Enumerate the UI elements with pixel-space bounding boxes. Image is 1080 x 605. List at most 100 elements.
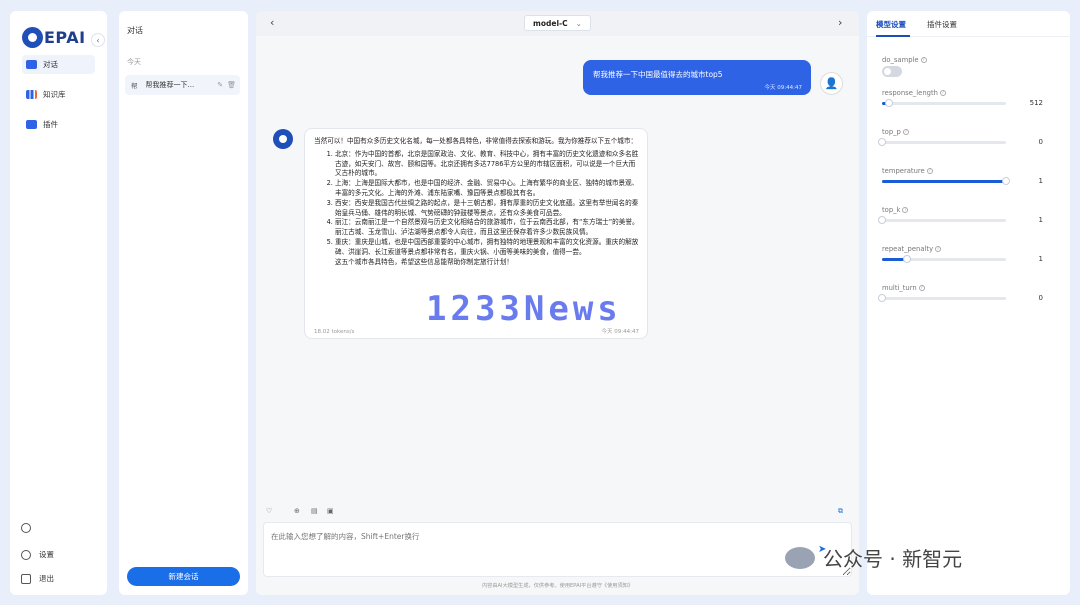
user-avatar-nav[interactable] [21, 523, 39, 533]
param-value: 0 [1038, 138, 1043, 146]
gear-icon [21, 549, 31, 560]
slider-track[interactable] [878, 216, 1006, 224]
bot-list: 北京：作为中国的首都，北京是国家政治、文化、教育、科技中心，拥有丰富的历史文化遗… [335, 150, 640, 258]
param-value: 1 [1038, 177, 1043, 185]
corner-watermark-text: 公众号 · 新智元 [823, 547, 963, 571]
settings-link[interactable]: 设置 [21, 549, 54, 560]
slider-track[interactable] [882, 99, 1006, 107]
plugin-icon [26, 120, 37, 129]
delete-icon[interactable]: 🗑 [227, 81, 236, 89]
logo[interactable]: EPAI [22, 27, 86, 48]
param-name: top_k [882, 206, 901, 214]
chevron-left-icon[interactable]: ‹ [270, 16, 274, 29]
param-value: 1 [1038, 216, 1043, 224]
conversation-list: 对话 今天 帮 帮我推荐一下... ✎ 🗑 新建会话 [119, 11, 248, 595]
help-icon[interactable]: ? [918, 285, 925, 291]
param-repeat-penalty: repeat_penalty? 1 [882, 245, 1057, 267]
param-label: response_length? [882, 89, 1057, 97]
help-icon[interactable]: ? [902, 207, 909, 213]
slider-knob[interactable] [902, 255, 911, 263]
param-value: 0 [1038, 294, 1043, 302]
param-top-p: top_p? 0 [878, 128, 1057, 150]
slider-knob[interactable] [1002, 177, 1010, 185]
settings-tabs: 模型设置 插件设置 [867, 11, 1070, 37]
chat-panel: ‹ model-C ⌄ › 帮我推荐一下中国最值得去的城市top5 今天 09:… [256, 11, 859, 595]
help-icon[interactable]: ? [902, 129, 909, 135]
param-temperature: temperature? 1 [882, 167, 1057, 189]
tab-plugin-settings[interactable]: 插件设置 [927, 19, 957, 30]
slider-knob[interactable] [878, 216, 886, 224]
nav-item-label: 知识库 [43, 90, 66, 99]
input-toolbar: ♡ ⊕ ▤ ▣ ⧉ [266, 507, 851, 519]
corner-watermark: 公众号 · 新智元 [785, 543, 962, 572]
slider-track[interactable] [882, 255, 1006, 263]
book-icon [26, 90, 37, 99]
nav-item-label: 插件 [43, 120, 58, 129]
help-icon[interactable]: ? [926, 168, 933, 174]
edit-icon[interactable]: ✎ [217, 81, 223, 89]
new-window-icon[interactable]: ⧉ [838, 507, 843, 516]
chevron-right-icon[interactable]: › [838, 16, 842, 29]
heart-icon[interactable]: ♡ [266, 507, 272, 515]
param-name: top_p [882, 128, 901, 136]
param-name: response_length [882, 89, 938, 97]
param-name: multi_turn [882, 284, 917, 292]
chat-header: ‹ model-C ⌄ › [256, 11, 859, 36]
nav-item-plugin[interactable]: 插件 [22, 115, 95, 134]
help-icon[interactable]: ? [935, 246, 942, 252]
list-item: 丽江：云南丽江是一个自然景观与历史文化相结合的旅游城市，位于云南西北部，有“东方… [335, 218, 640, 238]
conversation-group-label: 今天 [127, 58, 141, 66]
list-item: 西安：西安是我国古代丝绸之路的起点，是十三朝古都，拥有厚重的历史文化底蕴。这里有… [335, 199, 640, 219]
chevron-left-icon: ‹ [96, 35, 100, 45]
model-select[interactable]: model-C ⌄ [524, 15, 591, 31]
param-label: multi_turn? [882, 284, 1057, 292]
conversation-item[interactable]: 帮 帮我推荐一下... ✎ 🗑 [125, 75, 240, 95]
slider-knob[interactable] [885, 99, 894, 107]
slider-track[interactable] [882, 177, 1010, 185]
conversation-tag: 帮 [131, 82, 138, 90]
user-message-text: 帮我推荐一下中国最值得去的城市top5 [593, 70, 723, 79]
toggle-switch[interactable] [882, 66, 902, 77]
nav-item-knowledge[interactable]: 知识库 [22, 85, 95, 104]
nav-item-label: 对话 [43, 60, 58, 69]
document-icon[interactable]: ▤ [311, 507, 318, 515]
new-conversation-button[interactable]: 新建会话 [127, 567, 240, 586]
nav-item-chat[interactable]: 对话 [22, 55, 95, 74]
settings-panel: 模型设置 插件设置 do_sample? response_length? 512 t… [867, 11, 1070, 595]
bot-intro: 当然可以！中国有众多历史文化名城，每一处都各具特色，非常值得去探索和游玩。我为你… [314, 137, 638, 145]
slider-knob[interactable] [878, 294, 886, 302]
logout-label: 退出 [39, 574, 54, 583]
list-item: 重庆：重庆是山城，也是中国西部重要的中心城市，拥有独特的地理景观和丰富的文化资源… [335, 238, 640, 258]
user-icon [21, 523, 31, 533]
chevron-down-icon: ⌄ [575, 18, 582, 28]
param-label: do_sample? [882, 56, 1057, 64]
slider-knob[interactable] [878, 138, 886, 146]
param-do-sample: do_sample? [882, 56, 1057, 78]
collapse-sidebar-button[interactable]: ‹ [91, 33, 105, 47]
logo-text: EPAI [44, 28, 86, 47]
conversation-title: 帮我推荐一下... [145, 81, 195, 89]
model-name: model-C [533, 18, 568, 28]
bot-outro: 这五个城市各具特色，希望这些信息能帮助你制定旅行计划！ [335, 257, 514, 266]
logout-link[interactable]: 退出 [21, 573, 54, 584]
slider-track[interactable] [878, 294, 1006, 302]
param-label: temperature? [882, 167, 1057, 175]
message-input[interactable] [263, 522, 852, 577]
param-name: do_sample [882, 56, 919, 64]
settings-label: 设置 [39, 550, 54, 559]
user-avatar: 👤 [820, 72, 843, 95]
tab-model-settings[interactable]: 模型设置 [876, 19, 906, 30]
chat-icon [26, 60, 37, 69]
globe-icon[interactable]: ⊕ [294, 507, 300, 515]
logo-mark-icon [22, 27, 43, 48]
param-label: top_k? [882, 206, 1057, 214]
image-icon[interactable]: ▣ [327, 507, 334, 515]
slider-track[interactable] [878, 138, 1006, 146]
left-nav: EPAI 对话 知识库 插件 设置 退出 [10, 11, 107, 595]
list-item: 上海：上海是国际大都市，也是中国的经济、金融、贸易中心。上海有繁华的商业区、独特… [335, 179, 640, 199]
help-icon[interactable]: ? [920, 57, 927, 63]
param-label: top_p? [882, 128, 1057, 136]
watermark-logo: 1233News [426, 289, 622, 329]
help-icon[interactable]: ? [939, 90, 946, 96]
bot-speed: 18.02 tokens/s [314, 329, 355, 335]
